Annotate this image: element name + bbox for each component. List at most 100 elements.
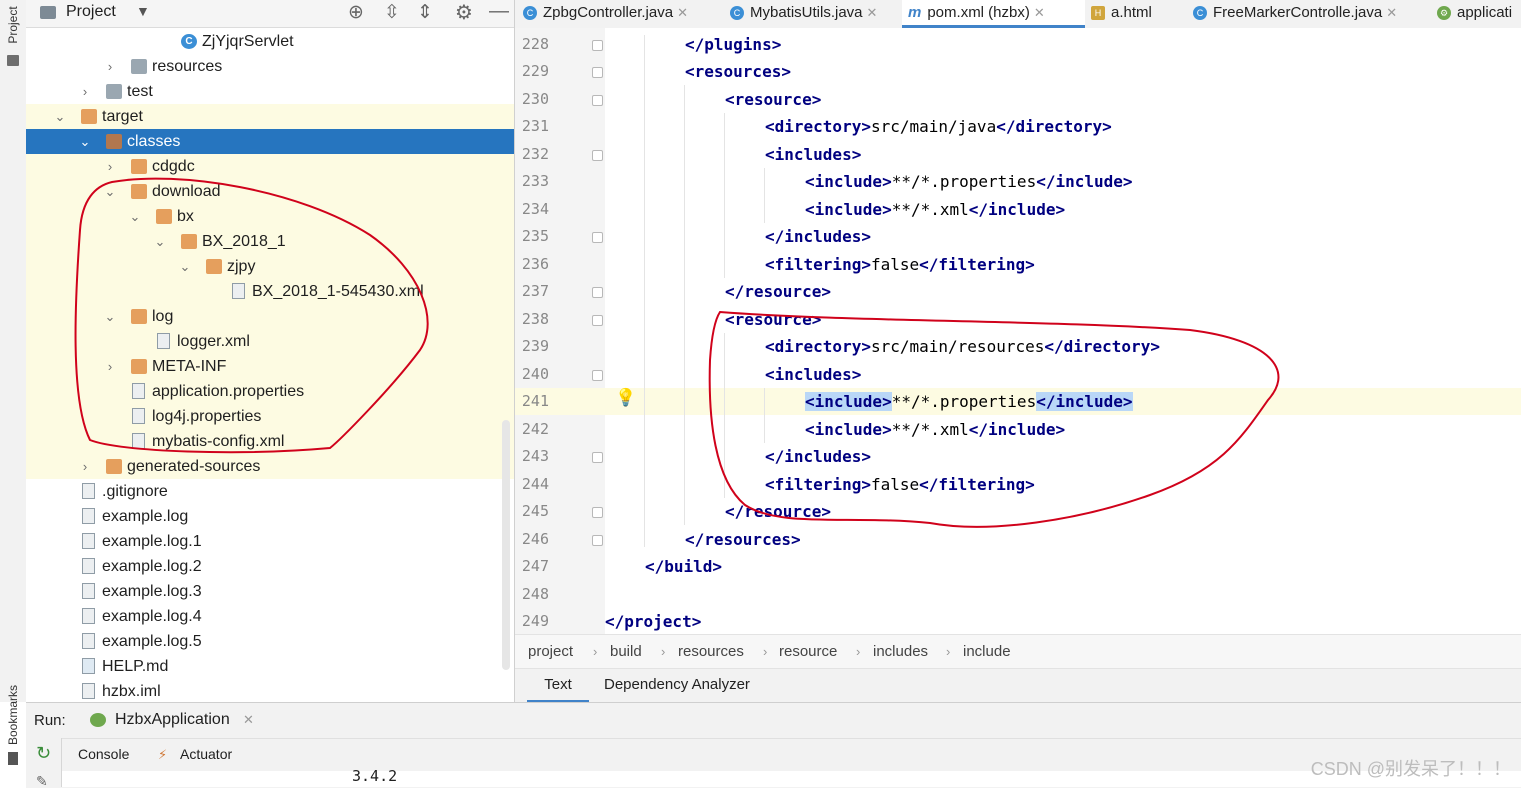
fold-marker-icon[interactable] bbox=[592, 150, 603, 161]
tree-item-label: example.log.3 bbox=[102, 583, 202, 600]
breadcrumb-item[interactable]: includes bbox=[873, 635, 928, 669]
fold-marker-icon[interactable] bbox=[592, 67, 603, 78]
tree-item-generated-sources[interactable]: › generated-sources bbox=[26, 454, 514, 479]
fold-marker-icon[interactable] bbox=[592, 535, 603, 546]
tree-item-help-md[interactable]: HELP.md bbox=[26, 654, 514, 679]
tab-dependency-analyzer[interactable]: Dependency Analyzer bbox=[604, 669, 750, 703]
chevron-down-icon[interactable]: ⌄ bbox=[78, 129, 92, 154]
breadcrumb-item[interactable]: project bbox=[528, 635, 573, 669]
tree-item-example-log[interactable]: example.log bbox=[26, 504, 514, 529]
tree-item-gitignore[interactable]: .gitignore bbox=[26, 479, 514, 504]
file-icon bbox=[82, 583, 95, 599]
tab-text[interactable]: Text bbox=[527, 669, 589, 703]
tree-item-example-log-2[interactable]: example.log.2 bbox=[26, 554, 514, 579]
tree-item-example-log-5[interactable]: example.log.5 bbox=[26, 629, 514, 654]
tab-freemarkercontrolle[interactable]: C FreeMarkerControlle.java ✕ bbox=[1193, 0, 1397, 28]
xml-tag: </filtering> bbox=[919, 255, 1035, 274]
expand-all-icon[interactable]: ⇳ bbox=[384, 1, 400, 24]
xml-text: src/main/resources bbox=[870, 337, 1045, 356]
tree-item-target[interactable]: ⌄ target bbox=[26, 104, 514, 129]
close-icon[interactable]: ✕ bbox=[677, 5, 688, 20]
folder-icon bbox=[106, 459, 122, 474]
fold-marker-icon[interactable] bbox=[592, 370, 603, 381]
close-icon[interactable]: ✕ bbox=[1034, 5, 1045, 20]
chevron-right-icon[interactable]: › bbox=[103, 354, 117, 379]
bookmarks-tool-tab[interactable]: Bookmarks bbox=[6, 685, 20, 745]
breadcrumb-item[interactable]: include bbox=[963, 635, 1011, 669]
locate-icon[interactable]: ⊕ bbox=[348, 1, 364, 24]
close-icon[interactable]: ✕ bbox=[867, 5, 878, 20]
xml-file-icon bbox=[132, 433, 145, 449]
chevron-down-icon[interactable]: ⌄ bbox=[103, 179, 117, 204]
breadcrumb-item[interactable]: build bbox=[610, 635, 642, 669]
chevron-down-icon[interactable]: ⌄ bbox=[153, 229, 167, 254]
tree-item-application-properties[interactable]: application.properties bbox=[26, 379, 514, 404]
lightbulb-icon[interactable]: 💡 bbox=[615, 388, 636, 408]
close-icon[interactable]: ✕ bbox=[243, 712, 254, 728]
tab-zpbgcontroller[interactable]: C ZpbgController.java ✕ bbox=[523, 0, 688, 28]
tree-item-log4j-properties[interactable]: log4j.properties bbox=[26, 404, 514, 429]
fold-marker-icon[interactable] bbox=[592, 40, 603, 51]
tab-actuator[interactable]: Actuator bbox=[180, 746, 232, 762]
chevron-right-icon[interactable]: › bbox=[78, 79, 92, 104]
tree-item-hzbx-iml[interactable]: hzbx.iml bbox=[26, 679, 514, 702]
fold-marker-icon[interactable] bbox=[592, 507, 603, 518]
breadcrumb-item[interactable]: resources bbox=[678, 635, 744, 669]
chevron-down-icon[interactable]: ▼ bbox=[136, 3, 150, 19]
tree-item-resources[interactable]: › resources bbox=[26, 54, 514, 79]
hide-panel-icon[interactable]: — bbox=[489, 0, 509, 23]
file-icon bbox=[82, 558, 95, 574]
fold-marker-icon[interactable] bbox=[592, 95, 603, 106]
tree-item-meta-inf[interactable]: › META-INF bbox=[26, 354, 514, 379]
rerun-icon[interactable]: ↻ bbox=[36, 743, 51, 764]
tree-item-test[interactable]: › test bbox=[26, 79, 514, 104]
indent-guide bbox=[764, 168, 765, 223]
line-number: 238 bbox=[521, 310, 549, 328]
tree-item-example-log-3[interactable]: example.log.3 bbox=[26, 579, 514, 604]
tab-pom-xml[interactable]: m pom.xml (hzbx) ✕ bbox=[902, 0, 1085, 28]
java-class-icon: C bbox=[1193, 6, 1207, 21]
tree-item-bx[interactable]: ⌄ bx bbox=[26, 204, 514, 229]
tree-item-example-log-4[interactable]: example.log.4 bbox=[26, 604, 514, 629]
line-number: 231 bbox=[521, 117, 549, 135]
chevron-down-icon[interactable]: ⌄ bbox=[128, 204, 142, 229]
tree-item-mybatis-config-xml[interactable]: mybatis-config.xml bbox=[26, 429, 514, 454]
breadcrumb-item[interactable]: resource bbox=[779, 635, 837, 669]
wrench-icon[interactable]: ✎ bbox=[36, 773, 48, 790]
tree-item-label: log4j.properties bbox=[152, 408, 262, 425]
collapse-all-icon[interactable]: ⇕ bbox=[417, 1, 433, 24]
maven-icon: m bbox=[908, 4, 922, 21]
run-config-name[interactable]: HzbxApplication bbox=[115, 711, 230, 729]
tree-item-example-log-1[interactable]: example.log.1 bbox=[26, 529, 514, 554]
tree-item-zjpy[interactable]: ⌄ zjpy bbox=[26, 254, 514, 279]
chevron-right-icon[interactable]: › bbox=[103, 54, 117, 79]
project-tool-tab[interactable]: Project bbox=[6, 6, 20, 43]
tree-item-bx-2018-1-xml[interactable]: BX_2018_1-545430.xml bbox=[26, 279, 514, 304]
tab-console[interactable]: Console bbox=[78, 746, 129, 762]
tree-item-log[interactable]: ⌄ log bbox=[26, 304, 514, 329]
tree-item-download[interactable]: ⌄ download bbox=[26, 179, 514, 204]
gear-icon[interactable]: ⚙ bbox=[455, 0, 473, 25]
tree-item-bx-2018-1[interactable]: ⌄ BX_2018_1 bbox=[26, 229, 514, 254]
tree-item-zjyjqrservlet[interactable]: C ZjYjqrServlet bbox=[26, 29, 514, 54]
console-output-area[interactable]: 3.4.2 bbox=[62, 767, 1521, 787]
tree-item-logger-xml[interactable]: logger.xml bbox=[26, 329, 514, 354]
code-line: </plugins> bbox=[685, 31, 781, 58]
close-icon[interactable]: ✕ bbox=[1386, 5, 1397, 20]
chevron-right-icon[interactable]: › bbox=[103, 154, 117, 179]
fold-marker-icon[interactable] bbox=[592, 452, 603, 463]
tab-a-html[interactable]: Ha.html bbox=[1091, 0, 1152, 28]
chevron-down-icon[interactable]: ⌄ bbox=[178, 254, 192, 279]
tab-application[interactable]: ⚙ applicati bbox=[1437, 0, 1512, 28]
tree-item-classes[interactable]: ⌄ classes bbox=[26, 129, 514, 154]
tree-scrollbar[interactable] bbox=[502, 420, 510, 670]
chevron-right-icon[interactable]: › bbox=[78, 454, 92, 479]
chevron-down-icon[interactable]: ⌄ bbox=[53, 104, 67, 129]
tree-item-cdgdc[interactable]: › cdgdc bbox=[26, 154, 514, 179]
fold-marker-icon[interactable] bbox=[592, 287, 603, 298]
fold-marker-icon[interactable] bbox=[592, 315, 603, 326]
chevron-down-icon[interactable]: ⌄ bbox=[103, 304, 117, 329]
fold-marker-icon[interactable] bbox=[592, 232, 603, 243]
run-subtabs: Console ⚡ Actuator bbox=[62, 738, 1521, 772]
tab-mybatisutils[interactable]: C MybatisUtils.java ✕ bbox=[730, 0, 877, 28]
